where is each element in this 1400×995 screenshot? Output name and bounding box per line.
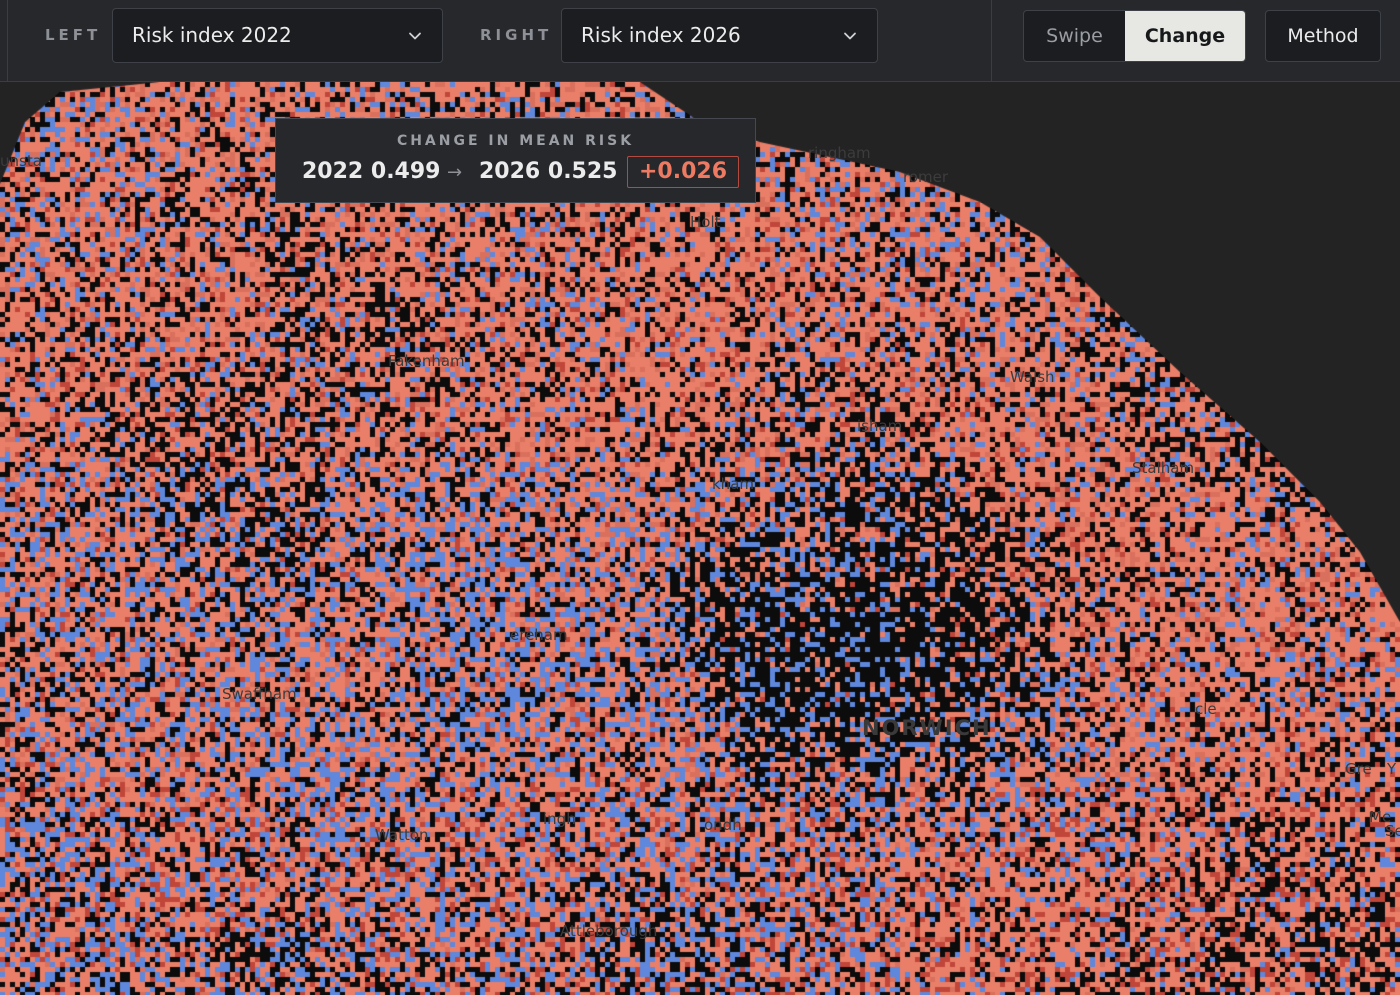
delta-badge: +0.026	[627, 156, 740, 188]
place-label: Swaffham	[222, 685, 297, 703]
place-label-norwich: NORWICH	[862, 716, 992, 740]
left-layer-select[interactable]: Risk index 2022	[112, 8, 443, 63]
place-label: cle	[1195, 700, 1217, 718]
change-summary-popup: CHANGE IN MEAN RISK 2022 0.499 → 2026 0.…	[275, 118, 756, 203]
app-root: LEFT Risk index 2022 RIGHT Risk index 20…	[0, 0, 1400, 995]
chevron-down-icon	[844, 32, 856, 40]
popup-title: CHANGE IN MEAN RISK	[396, 133, 635, 149]
place-label: Holt	[690, 213, 721, 231]
place-label: Fakenham	[388, 352, 465, 370]
place-label: ereham	[510, 626, 568, 644]
left-layer-label: LEFT	[45, 26, 102, 44]
right-layer-select[interactable]: Risk index 2026	[561, 8, 878, 63]
place-label: Y	[1387, 760, 1397, 778]
place-label: Attleborough	[560, 922, 658, 940]
toolbar: LEFT Risk index 2022 RIGHT Risk index 20…	[0, 0, 1400, 82]
mode-change-button[interactable]: Change	[1125, 11, 1245, 61]
left-layer-select-value: Risk index 2022	[132, 23, 292, 47]
toolbar-divider	[991, 0, 992, 82]
place-label: Walsh	[1010, 368, 1055, 386]
place-label: Gre	[1345, 760, 1372, 778]
right-layer-label: RIGHT	[480, 26, 553, 44]
place-label: ondh	[704, 816, 742, 834]
method-button[interactable]: Method	[1265, 10, 1381, 62]
place-label: Stalham	[1132, 459, 1195, 477]
place-label: unsta	[0, 152, 42, 170]
right-mean-value: 2026 0.525	[479, 159, 618, 184]
place-label: ingh	[543, 810, 576, 828]
left-mean-value: 2022 0.499	[302, 159, 441, 184]
chevron-down-icon	[409, 32, 421, 40]
change-map[interactable]: unsta ringham romer Holt Fakenham Walsh …	[0, 82, 1400, 995]
place-label: ringham	[808, 144, 871, 162]
right-layer-select-value: Risk index 2026	[581, 23, 741, 47]
arrow-right-icon: →	[447, 162, 463, 183]
place-label: romer	[903, 168, 949, 186]
place-label: Se	[1385, 822, 1400, 840]
place-label: isham	[857, 417, 903, 435]
place-label: kham	[712, 475, 754, 493]
toolbar-left-edge	[7, 0, 8, 82]
mode-swipe-button[interactable]: Swipe	[1024, 11, 1125, 61]
mode-segmented-control: Swipe Change	[1023, 10, 1246, 62]
place-label: Watton	[375, 826, 429, 844]
